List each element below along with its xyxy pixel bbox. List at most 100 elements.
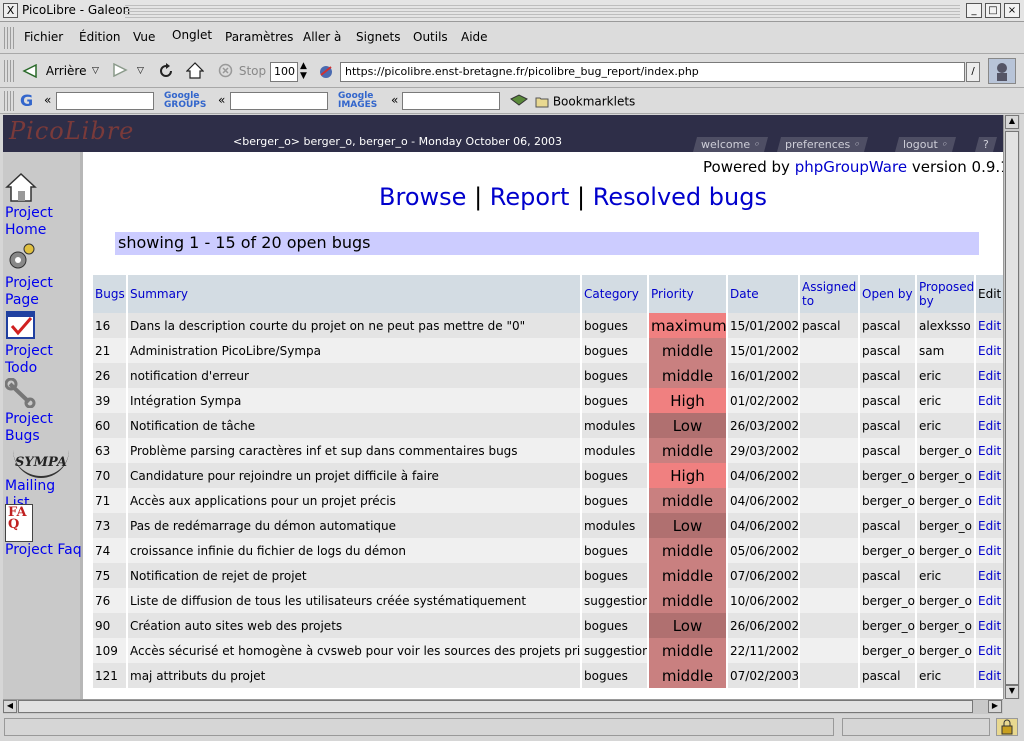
zoom-field[interactable]: 100 [270, 62, 298, 82]
sidebar-item-project-home[interactable]: Project Home [5, 172, 83, 239]
bookmarklets-folder[interactable]: Bookmarklets [535, 94, 635, 109]
window-titlebar: X PicoLibre - Galeon _ □ × [0, 0, 1024, 22]
cell-date: 29/03/2002 [728, 438, 798, 463]
close-button[interactable]: × [1004, 3, 1020, 18]
menubar-grip[interactable] [4, 27, 14, 49]
groups-search-input[interactable] [230, 92, 328, 110]
images-search-input[interactable] [402, 92, 500, 110]
edit-link[interactable]: Edit [978, 319, 1001, 333]
column-header-category[interactable]: Category [582, 275, 647, 313]
cell-open-by: pascal [860, 513, 915, 538]
cell-date: 07/02/2003 [728, 663, 798, 688]
column-header-bugs[interactable]: Bugs [93, 275, 126, 313]
images-search-arrow[interactable]: « [391, 93, 398, 107]
tab-welcome[interactable]: welcome ◦ [692, 137, 769, 152]
galeon-throbber-icon [988, 58, 1016, 84]
cell-priority: middle [649, 363, 726, 388]
column-header-open-by[interactable]: Open by [860, 275, 915, 313]
menu-parametres[interactable]: Paramètres [225, 30, 293, 44]
edit-link[interactable]: Edit [978, 619, 1001, 633]
sidebar-item-project-bugs[interactable]: Project Bugs [4, 377, 83, 445]
scroll-down-arrow-icon[interactable]: ▼ [1005, 685, 1019, 699]
back-button[interactable]: Arrière [22, 63, 86, 78]
bookmark-book-icon[interactable] [510, 93, 528, 110]
edit-link[interactable]: Edit [978, 569, 1001, 583]
menu-onglet[interactable]: Onglet [172, 28, 212, 42]
minimize-button[interactable]: _ [966, 3, 982, 18]
sidebar-item-project-page[interactable]: Project Page [5, 242, 83, 309]
menu-aide[interactable]: Aide [461, 30, 488, 44]
column-header-assigned-to[interactable]: Assigned to [800, 275, 858, 313]
edit-link[interactable]: Edit [978, 669, 1001, 683]
column-header-proposed-by[interactable]: Proposed by [917, 275, 974, 313]
menu-signets[interactable]: Signets [356, 30, 401, 44]
cell-priority: middle [649, 638, 726, 663]
reload-button[interactable] [158, 63, 174, 82]
back-history-dropdown[interactable]: ▽ [92, 66, 99, 76]
edit-link[interactable]: Edit [978, 394, 1001, 408]
resolved-bugs-link[interactable]: Resolved bugs [593, 183, 767, 211]
stop-button[interactable]: Stop [218, 63, 266, 78]
titlebar-grip[interactable] [125, 4, 960, 18]
horizontal-scroll-thumb[interactable] [18, 700, 973, 713]
zoom-spinner[interactable]: ▲ ▼ [300, 61, 307, 81]
tab-logout[interactable]: logout ◦ [894, 137, 956, 152]
cell-open-by: berger_o [860, 488, 915, 513]
edit-link[interactable]: Edit [978, 344, 1001, 358]
google-search-input[interactable] [56, 92, 154, 110]
tab-help[interactable]: ? [974, 137, 997, 152]
window-menu-button[interactable]: X [3, 3, 18, 18]
navbar-grip[interactable] [4, 60, 14, 82]
google-search-arrow[interactable]: « [44, 93, 51, 107]
tab-preferences[interactable]: preferences ◦ [776, 137, 869, 152]
column-header-date[interactable]: Date [728, 275, 798, 313]
cell-date: 10/06/2002 [728, 588, 798, 613]
edit-link[interactable]: Edit [978, 544, 1001, 558]
cell-bugs: 60 [93, 413, 126, 438]
maximize-button[interactable]: □ [985, 3, 1001, 18]
url-field[interactable]: https://picolibre.enst-bretagne.fr/picol… [340, 62, 965, 82]
phpgroupware-link[interactable]: phpGroupWare [795, 158, 907, 176]
sidebar-item-project-faq[interactable]: FAQ Project Faq [5, 504, 83, 559]
scroll-up-arrow-icon[interactable]: ▲ [1005, 115, 1019, 129]
security-status-icon[interactable] [318, 63, 334, 82]
edit-link[interactable]: Edit [978, 594, 1001, 608]
vertical-scroll-thumb[interactable] [1005, 131, 1019, 685]
scroll-left-arrow-icon[interactable]: ◀ [3, 700, 17, 713]
lock-icon[interactable] [996, 718, 1018, 736]
vertical-scrollbar[interactable]: ▲ ▼ [1003, 115, 1020, 699]
menu-edition[interactable]: Édition [79, 30, 121, 44]
menu-fichier[interactable]: Fichier [24, 30, 63, 44]
edit-link[interactable]: Edit [978, 644, 1001, 658]
cell-bugs: 26 [93, 363, 126, 388]
menu-aller-a[interactable]: Aller à [303, 30, 341, 44]
scroll-right-arrow-icon[interactable]: ▶ [988, 700, 1002, 713]
sidebar-item-mailing-list[interactable]: SYMPA Mailing List [5, 450, 83, 512]
cell-assigned-to: pascal [800, 313, 858, 338]
column-header-priority[interactable]: Priority [649, 275, 726, 313]
report-link[interactable]: Report [490, 183, 570, 211]
browse-link[interactable]: Browse [379, 183, 466, 211]
edit-link[interactable]: Edit [978, 494, 1001, 508]
edit-link[interactable]: Edit [978, 519, 1001, 533]
forward-arrow-icon [113, 62, 128, 78]
url-go-button[interactable]: / [966, 62, 980, 82]
menu-outils[interactable]: Outils [413, 30, 448, 44]
searchbar-grip[interactable] [4, 91, 14, 111]
site-header: PicoLibre <berger_o> berger_o, berger_o … [3, 115, 1003, 152]
edit-link[interactable]: Edit [978, 369, 1001, 383]
edit-link[interactable]: Edit [978, 469, 1001, 483]
edit-link[interactable]: Edit [978, 444, 1001, 458]
forward-history-dropdown[interactable]: ▽ [137, 66, 144, 76]
home-button[interactable] [185, 62, 205, 82]
horizontal-scrollbar[interactable]: ◀ ▶ [3, 699, 1003, 714]
menu-vue[interactable]: Vue [133, 30, 155, 44]
cell-open-by: pascal [860, 338, 915, 363]
cell-proposed-by: berger_o [917, 438, 974, 463]
column-header-summary[interactable]: Summary [128, 275, 580, 313]
cell-priority: middle [649, 538, 726, 563]
groups-search-arrow[interactable]: « [218, 93, 225, 107]
edit-link[interactable]: Edit [978, 419, 1001, 433]
sidebar-item-project-todo[interactable]: Project Todo [5, 310, 83, 377]
forward-button[interactable] [112, 62, 128, 80]
